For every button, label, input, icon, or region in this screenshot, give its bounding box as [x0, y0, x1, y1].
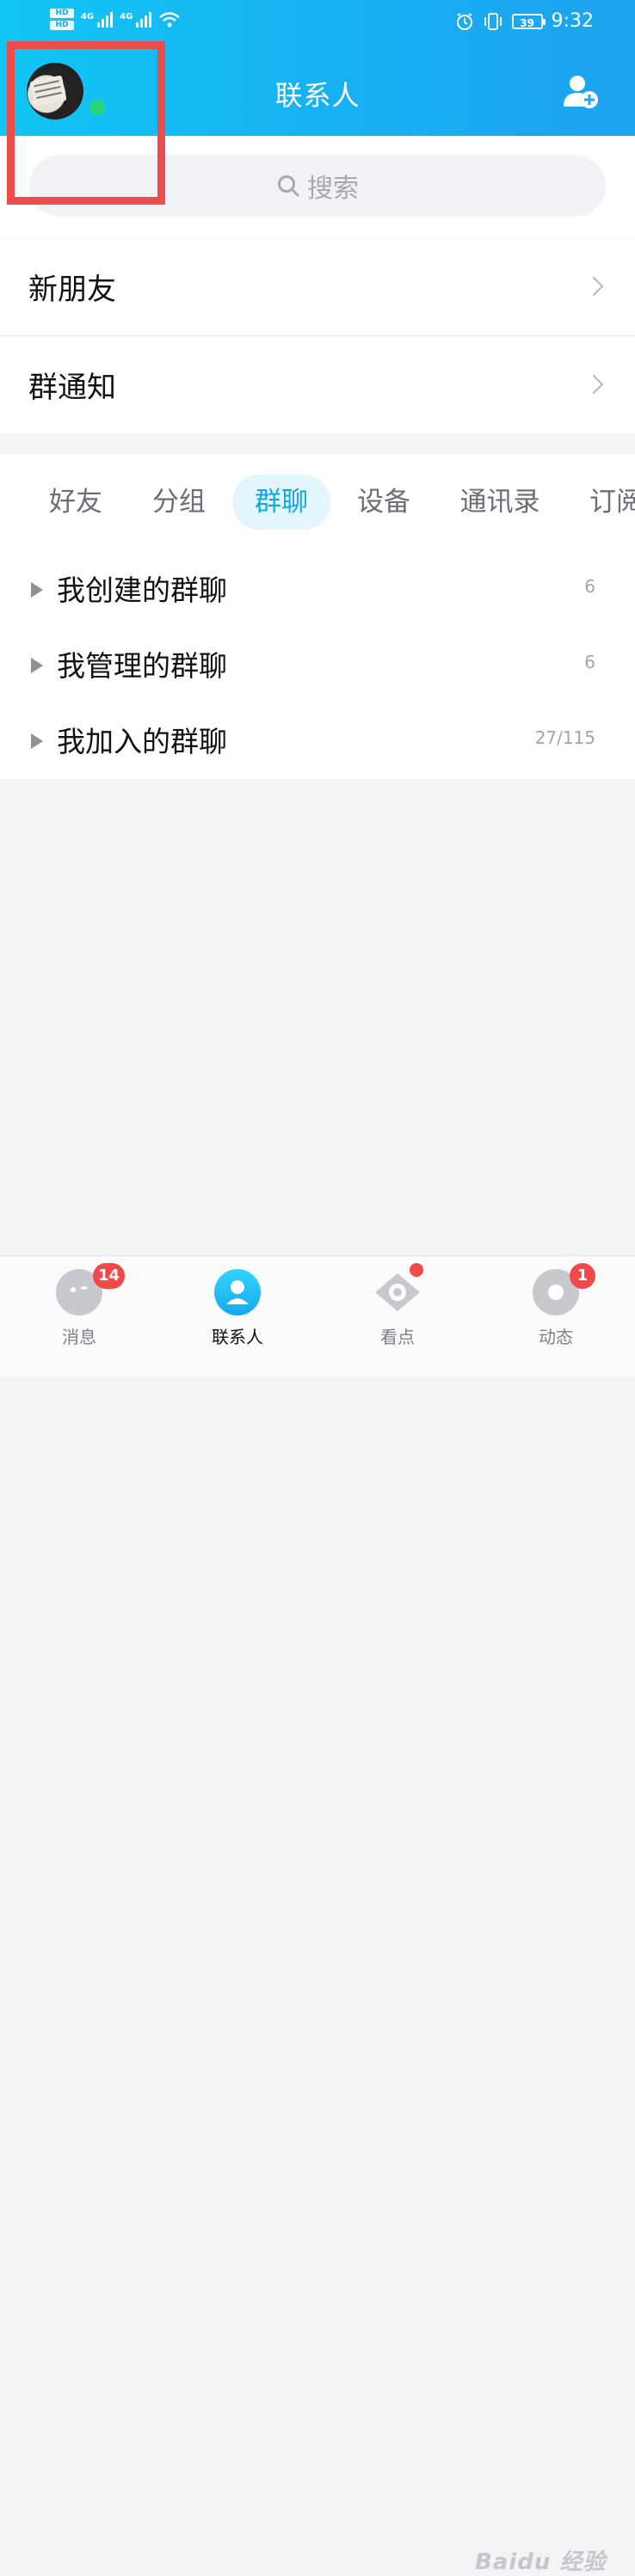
menu-item-label: 新朋友: [28, 273, 116, 307]
unread-badge: 1: [570, 1263, 595, 1289]
alarm-icon: [456, 12, 472, 30]
header-bar: HD HD 4G 4G 39 9:32 联系人: [0, 0, 635, 136]
group-label: 我管理的群聊: [57, 649, 227, 683]
page-title: 联系人: [274, 79, 361, 112]
hd-badge: HD: [50, 9, 74, 18]
hd-badge: HD: [50, 21, 74, 30]
tab-bar: 好友 分组 群聊 设备 通讯录 订阅: [0, 475, 635, 531]
search-icon: [278, 175, 299, 197]
contacts-panel: 好友 分组 群聊 设备 通讯录 订阅 我创建的群聊 6 我管理的群聊 6 我加入…: [0, 454, 635, 779]
menu-item-new-friends[interactable]: 新朋友: [0, 238, 635, 336]
group-row-joined[interactable]: 我加入的群聊 27/115: [0, 702, 635, 777]
tab-address-book[interactable]: 通讯录: [447, 475, 552, 530]
battery-icon: 39: [511, 13, 546, 29]
menu-list: 新朋友 群通知: [0, 238, 635, 433]
tab-group-chats[interactable]: 群聊: [232, 475, 330, 530]
status-left: HD HD 4G 4G: [50, 9, 181, 30]
bottom-nav: 14 消息 联系人 看点 1 动态 Baidu 经验: [0, 1255, 635, 2575]
nav-discover[interactable]: 看点: [337, 1256, 458, 1377]
menu-item-group-notifications[interactable]: 群通知: [0, 336, 635, 433]
tab-friends[interactable]: 好友: [34, 475, 117, 530]
expand-arrow-icon: [31, 733, 43, 749]
group-row-managed[interactable]: 我管理的群聊 6: [0, 626, 635, 702]
add-friend-icon[interactable]: [561, 72, 601, 112]
vibrate-icon: [484, 12, 502, 30]
nav-label: 消息: [62, 1327, 96, 1347]
tab-groups[interactable]: 分组: [138, 475, 220, 530]
tab-subscriptions[interactable]: 订阅: [575, 475, 635, 530]
nav-messages[interactable]: 14 消息: [19, 1256, 139, 1377]
nav-moments[interactable]: 1 动态: [496, 1256, 616, 1377]
nav-label: 动态: [539, 1327, 573, 1347]
group-count: 6: [584, 652, 595, 672]
chevron-right-icon: [583, 374, 604, 395]
group-label: 我创建的群聊: [57, 573, 227, 607]
expand-arrow-icon: [31, 658, 43, 673]
unread-badge: 14: [93, 1263, 126, 1289]
signal-icon: 4G: [120, 11, 152, 28]
group-label: 我加入的群聊: [57, 725, 227, 758]
search-area: 搜索: [0, 136, 635, 237]
expand-arrow-icon: [31, 582, 43, 598]
new-content-dot: [410, 1263, 423, 1277]
group-count: 27/115: [534, 727, 595, 748]
tab-devices[interactable]: 设备: [342, 475, 425, 530]
watermark: Baidu 经验: [475, 2549, 607, 2575]
menu-item-label: 群通知: [28, 371, 116, 405]
nav-label: 看点: [380, 1327, 415, 1347]
search-input[interactable]: 搜索: [29, 155, 606, 217]
group-row-created[interactable]: 我创建的群聊 6: [0, 550, 635, 626]
status-right: 39 9:32: [455, 10, 594, 32]
nav-label: 联系人: [212, 1327, 263, 1347]
wifi-icon: [159, 11, 181, 27]
status-bar: HD HD 4G 4G 39 9:32: [0, 0, 635, 48]
status-time: 9:32: [551, 10, 594, 32]
chevron-right-icon: [583, 276, 604, 297]
contacts-icon: [214, 1269, 261, 1316]
nav-contacts[interactable]: 联系人: [177, 1256, 298, 1377]
signal-icon: 4G: [81, 11, 114, 28]
search-placeholder: 搜索: [307, 174, 359, 204]
group-count: 6: [584, 576, 595, 597]
